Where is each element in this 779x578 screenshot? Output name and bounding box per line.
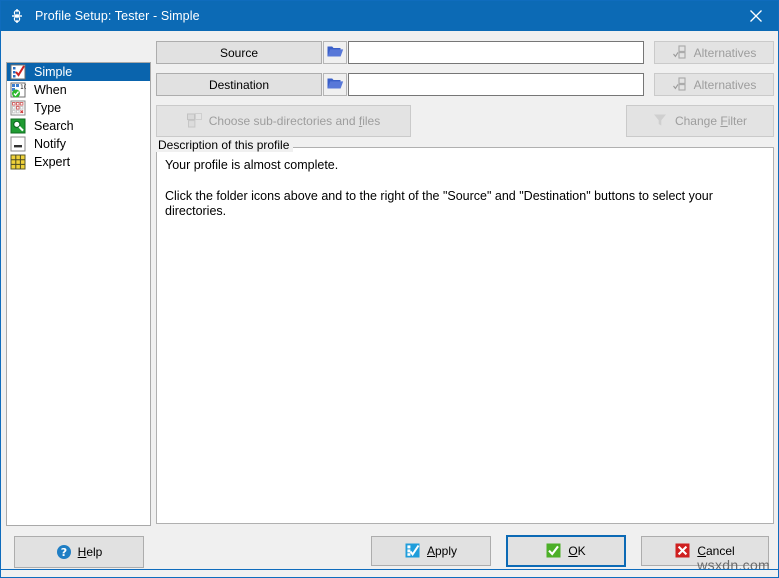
ok-button[interactable]: OK (506, 535, 626, 567)
destination-path-input[interactable] (348, 73, 644, 96)
search-magnifier-icon (10, 118, 26, 134)
change-filter-button[interactable]: Change Filter (626, 105, 774, 137)
sidebar-item-label: Simple (34, 65, 73, 79)
cancel-label: Cancel (697, 544, 735, 558)
folder-icon (327, 44, 344, 61)
app-gear-icon (9, 8, 25, 24)
source-path-input[interactable] (348, 41, 644, 64)
choose-subdirectories-button[interactable]: Choose sub-directories and files (156, 105, 411, 137)
sidebar-item-notify[interactable]: Notify (7, 135, 150, 153)
folder-icon (327, 76, 344, 93)
source-alternatives-button[interactable]: Alternatives (654, 41, 774, 64)
svg-text:10: 10 (20, 84, 26, 91)
sidebar-item-simple[interactable]: Simple (7, 63, 150, 81)
funnel-filter-icon (653, 113, 669, 129)
sidebar-item-label: Expert (34, 155, 71, 169)
description-line: Your profile is almost complete. (165, 158, 339, 172)
change-filter-label: Change Filter (674, 114, 748, 128)
source-button[interactable]: Source (156, 41, 322, 64)
apply-button[interactable]: Apply (371, 536, 491, 566)
svg-text:?: ? (60, 546, 66, 559)
cancel-x-icon (675, 543, 691, 559)
help-button[interactable]: ? Help (14, 536, 144, 568)
description-line: Click the folder icons above and to the … (165, 189, 713, 218)
sidebar-item-when[interactable]: 10 When (7, 81, 150, 99)
destination-button[interactable]: Destination (156, 73, 322, 96)
alternatives-icon (672, 44, 688, 61)
help-question-icon: ? (56, 544, 72, 560)
destination-alternatives-button[interactable]: Alternatives (654, 73, 774, 96)
source-button-label: Source (219, 45, 259, 60)
choose-subdirectories-label: Choose sub-directories and files (208, 114, 381, 128)
source-alternatives-label: Alternatives (693, 45, 757, 60)
sidebar-nav[interactable]: Simple 10 When (6, 62, 151, 526)
ok-label: OK (568, 544, 586, 558)
alternatives-icon (672, 76, 688, 93)
destination-folder-browse-button[interactable] (323, 73, 347, 96)
description-groupbox: Description of this profile Your profile… (156, 138, 774, 524)
bottom-separator (1, 569, 778, 570)
sidebar-item-label: When (34, 83, 67, 97)
destination-alternatives-label: Alternatives (693, 77, 757, 92)
source-folder-browse-button[interactable] (323, 41, 347, 64)
sidebar-item-label: Type (34, 101, 62, 115)
ok-check-icon (546, 543, 562, 559)
sidebar-item-search[interactable]: Search (7, 117, 150, 135)
sidebar-item-type[interactable]: Type (7, 99, 150, 117)
description-text-area[interactable]: Your profile is almost complete. Click t… (156, 147, 774, 524)
sidebar-item-label: Notify (34, 137, 66, 151)
apply-checkbox-icon (405, 543, 421, 559)
dialog-window: Profile Setup: Tester - Simple Simple 1 … (0, 0, 779, 578)
expert-grid-icon (10, 154, 26, 170)
site-watermark: wsxdn.com (697, 557, 770, 573)
sidebar-item-label: Search (34, 119, 74, 133)
simple-checkgrid-icon (10, 64, 26, 80)
window-title: Profile Setup: Tester - Simple (35, 9, 200, 23)
description-legend: Description of this profile (156, 138, 294, 152)
help-label: Help (77, 545, 103, 559)
destination-button-label: Destination (208, 77, 270, 92)
type-grid-icon (10, 100, 26, 116)
when-calendar-icon: 10 (10, 82, 28, 98)
sidebar-item-expert[interactable]: Expert (7, 153, 150, 171)
title-bar: Profile Setup: Tester - Simple (1, 1, 778, 31)
apply-label: Apply (426, 544, 458, 558)
notify-bar-icon (10, 136, 26, 152)
close-icon[interactable] (733, 1, 778, 31)
folder-tree-icon (186, 113, 203, 129)
